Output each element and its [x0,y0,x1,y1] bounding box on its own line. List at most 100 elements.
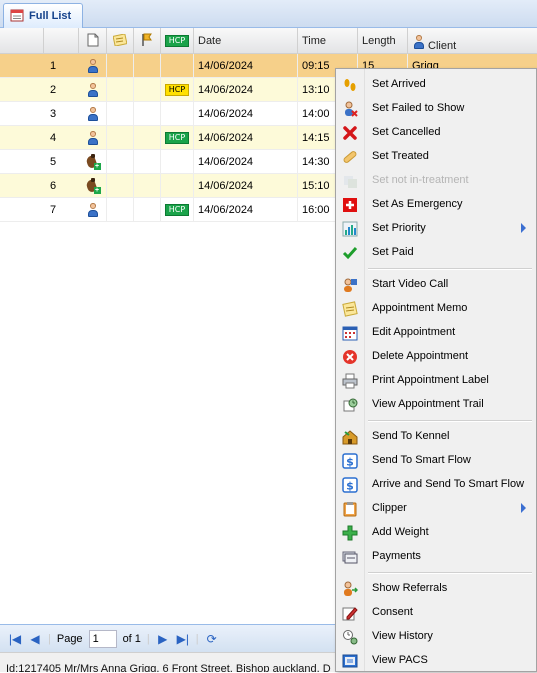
menu-item-send-to-kennel[interactable]: Send To Kennel [336,425,536,449]
person-icon [86,82,100,97]
menu-item-view-appointment-trail[interactable]: View Appointment Trail [336,393,536,417]
menu-item-label: Set Failed to Show [372,102,465,114]
cell-flag [134,54,161,77]
cell-hcp [161,150,194,173]
header-hcp[interactable]: HCP [161,28,194,54]
menu-item-edit-appointment[interactable]: Edit Appointment [336,321,536,345]
header-memo[interactable] [107,28,134,54]
prev-page-icon[interactable]: ◀ [28,632,42,646]
menu-item-send-to-smart-flow[interactable]: $ Send To Smart Flow [336,449,536,473]
cell-hcp: HCP [161,198,194,221]
menu-item-view-history[interactable]: View History [336,625,536,649]
cell-date: 14/06/2024 [194,54,298,77]
menu-item-arrive-and-send-to-smart-flow[interactable]: $ Arrive and Send To Smart Flow [336,473,536,497]
header-client[interactable]: Client [408,28,537,54]
menu-item-label: Appointment Memo [372,302,468,314]
cell-icon [79,198,107,221]
hcp-badge: HCP [164,35,190,47]
refresh-icon[interactable]: ⟳ [205,632,219,646]
menu-item-set-paid[interactable]: Set Paid [336,241,536,265]
menu-item-label: Set Paid [372,246,414,258]
menu-item-payments[interactable]: Payments [336,545,536,569]
person-cross-icon [342,101,358,117]
menu-item-set-treated[interactable]: Set Treated [336,145,536,169]
green-plus-icon [342,525,358,541]
header-flag[interactable] [134,28,161,54]
header-document[interactable] [79,28,107,54]
next-page-icon[interactable]: ▶ [156,632,170,646]
menu-item-label: Send To Smart Flow [372,454,471,466]
checkmark-icon [342,245,358,261]
menu-item-add-weight[interactable]: Add Weight [336,521,536,545]
header-date[interactable]: Date [194,28,298,54]
menu-item-label: Print Appointment Label [372,374,489,386]
cell-memo [107,78,134,101]
tab-strip: Full List [0,0,537,28]
tab-label: Full List [29,10,72,22]
red-x-icon [342,125,358,141]
menu-item-set-cancelled[interactable]: Set Cancelled [336,121,536,145]
menu-item-set-failed-to-show[interactable]: Set Failed to Show [336,97,536,121]
document-icon [87,33,99,50]
cell-num: 7 [50,203,57,216]
cell-num: 6 [50,179,57,192]
cell-flag [134,174,161,197]
printer-icon [342,373,358,389]
menu-separator [368,572,532,574]
menu-separator [368,268,532,270]
menu-item-set-not-in-treatment: Set not in-treatment [336,169,536,193]
svg-text:$: $ [346,480,354,493]
menu-item-delete-appointment[interactable]: Delete Appointment [336,345,536,369]
cell-flag [134,198,161,221]
first-page-icon[interactable]: |◀ [8,632,22,646]
kennel-icon [342,429,358,445]
menu-item-set-as-emergency[interactable]: Set As Emergency [336,193,536,217]
header-time[interactable]: Time [298,28,358,54]
menu-separator [368,420,532,422]
header-row-number[interactable] [0,28,44,54]
pager-separator: | [146,632,150,645]
cell-icon [79,102,107,125]
hcp-badge: HCP [164,203,190,216]
menu-item-show-referrals[interactable]: Show Referrals [336,577,536,601]
cell-flag [134,150,161,173]
last-page-icon[interactable]: ▶| [176,632,190,646]
menu-item-label: Clipper [372,502,407,514]
grid-header: HCP Date Time Length Client [0,28,537,54]
cell-icon: + [79,174,107,197]
menu-item-view-pacs[interactable]: View PACS [336,649,536,673]
menu-item-label: Show Referrals [372,582,448,594]
payments-icon [342,549,358,565]
menu-item-start-video-call[interactable]: Start Video Call [336,273,536,297]
calendar-edit-icon [342,325,358,341]
video-call-icon [342,277,358,293]
menu-item-label: Add Weight [372,526,429,538]
header-length[interactable]: Length [358,28,408,54]
cell-hcp [161,102,194,125]
hcp-badge: HCP [164,83,190,96]
cell-date: 14/06/2024 [194,150,298,173]
page-number-input[interactable] [88,629,117,648]
cell-icon [79,126,107,149]
cell-flag [134,78,161,101]
menu-item-label: View Appointment Trail [372,398,484,410]
header-type[interactable] [44,28,79,54]
clipboard-icon [342,501,358,517]
menu-item-print-appointment-label[interactable]: Print Appointment Label [336,369,536,393]
history-icon [342,629,358,645]
menu-item-label: Arrive and Send To Smart Flow [372,478,525,490]
cell-num: 4 [50,131,57,144]
cell-date: 14/06/2024 [194,174,298,197]
person-icon [86,202,100,217]
menu-item-label: Set Arrived [372,78,426,90]
menu-item-clipper[interactable]: Clipper [336,497,536,521]
menu-item-set-arrived[interactable]: Set Arrived [336,73,536,97]
menu-item-appointment-memo[interactable]: Appointment Memo [336,297,536,321]
menu-item-label: Set As Emergency [372,198,463,210]
menu-item-consent[interactable]: Consent [336,601,536,625]
tab-full-list[interactable]: Full List [3,3,83,28]
pager-separator: | [195,632,199,645]
menu-item-label: Consent [372,606,413,618]
cell-num: 1 [50,59,57,72]
menu-item-set-priority[interactable]: Set Priority [336,217,536,241]
